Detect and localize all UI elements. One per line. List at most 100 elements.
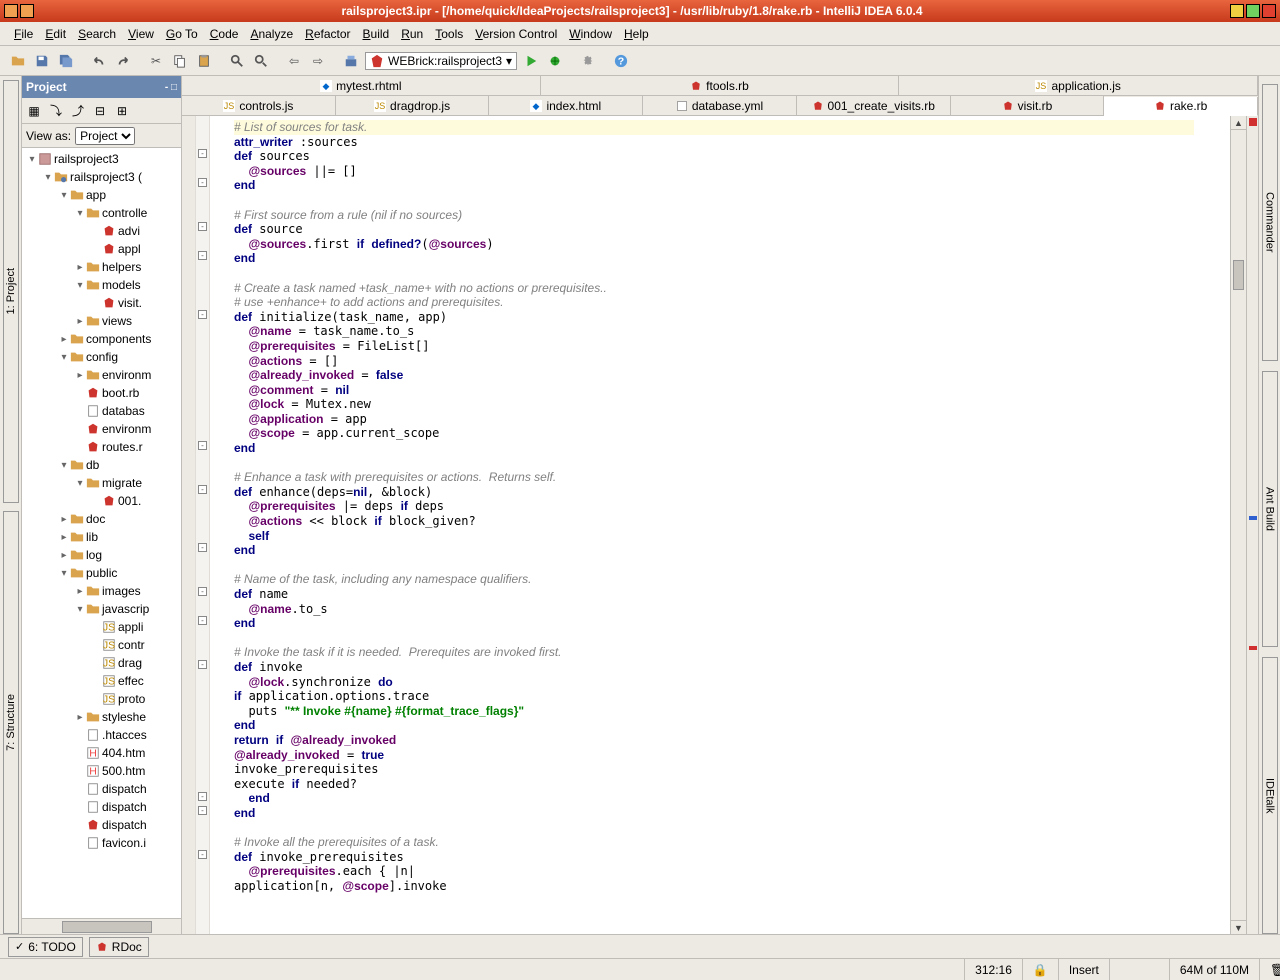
info-marker[interactable]: [1249, 516, 1257, 520]
editor-tab[interactable]: 001_create_visits.rb: [797, 96, 951, 115]
save-button[interactable]: [32, 51, 52, 71]
copy-button[interactable]: [170, 51, 190, 71]
tree-node[interactable]: ▾railsproject3: [22, 150, 181, 168]
save-all-button[interactable]: [56, 51, 76, 71]
menu-code[interactable]: Code: [204, 27, 245, 41]
tree-node[interactable]: H404.htm: [22, 744, 181, 762]
redo-button[interactable]: [113, 51, 133, 71]
editor-tab[interactable]: JSapplication.js: [899, 76, 1258, 95]
tree-expander[interactable]: ▾: [74, 604, 86, 615]
tree-node[interactable]: dispatch: [22, 798, 181, 816]
tree-node[interactable]: ▾public: [22, 564, 181, 582]
tree-node[interactable]: routes.r: [22, 438, 181, 456]
error-marker[interactable]: [1249, 118, 1257, 126]
scroll-up-arrow[interactable]: ▲: [1231, 116, 1246, 130]
view-as-dropdown[interactable]: Project: [75, 127, 135, 145]
tree-expander[interactable]: ▾: [42, 172, 54, 183]
expand-all-button[interactable]: ⊞: [112, 101, 132, 121]
editor-tab[interactable]: ftools.rb: [541, 76, 900, 95]
project-tool-tab[interactable]: 1: Project: [3, 80, 19, 503]
bottom-tool-todo[interactable]: ✓6: TODO: [8, 937, 83, 957]
collapse-all-button[interactable]: ⊟: [90, 101, 110, 121]
window-controls[interactable]: [1230, 4, 1276, 18]
tree-expander[interactable]: ▾: [58, 352, 70, 363]
tree-node[interactable]: ▾migrate: [22, 474, 181, 492]
menu-version-control[interactable]: Version Control: [469, 27, 563, 41]
menu-run[interactable]: Run: [395, 27, 429, 41]
menu-file[interactable]: File: [8, 27, 39, 41]
editor-tab[interactable]: JSdragdrop.js: [336, 96, 490, 115]
tree-expander[interactable]: ▾: [74, 478, 86, 489]
tree-node[interactable]: ▸helpers: [22, 258, 181, 276]
settings-button[interactable]: [578, 51, 598, 71]
scroll-thumb[interactable]: [1233, 260, 1244, 290]
panel-menu-icon[interactable]: - □: [165, 82, 177, 93]
scroll-down-arrow[interactable]: ▼: [1231, 920, 1246, 934]
tree-expander[interactable]: ▸: [58, 514, 70, 525]
make-button[interactable]: [341, 51, 361, 71]
fold-toggle[interactable]: -: [198, 616, 207, 625]
editor-vscrollbar[interactable]: ▲ ▼: [1230, 116, 1246, 934]
fold-toggle[interactable]: -: [198, 222, 207, 231]
lock-indicator[interactable]: 🔒: [1022, 959, 1058, 980]
window-minimize-button[interactable]: [1230, 4, 1244, 18]
menu-build[interactable]: Build: [357, 27, 396, 41]
fold-toggle[interactable]: -: [198, 441, 207, 450]
tree-node[interactable]: ▾railsproject3 (: [22, 168, 181, 186]
fold-toggle[interactable]: -: [198, 178, 207, 187]
menu-edit[interactable]: Edit: [39, 27, 72, 41]
menu-window[interactable]: Window: [563, 27, 618, 41]
tree-expander[interactable]: ▾: [26, 154, 38, 165]
tree-node[interactable]: JSeffec: [22, 672, 181, 690]
tree-expander[interactable]: ▾: [58, 190, 70, 201]
undo-button[interactable]: [89, 51, 109, 71]
flatten-packages-button[interactable]: ▦: [24, 101, 44, 121]
code-editor[interactable]: # List of sources for task. attr_writer …: [210, 116, 1230, 934]
editor-tab[interactable]: visit.rb: [951, 96, 1105, 115]
tree-node[interactable]: ▸views: [22, 312, 181, 330]
menu-refactor[interactable]: Refactor: [299, 27, 356, 41]
project-tree[interactable]: ▾railsproject3▾railsproject3 (▾app▾contr…: [22, 148, 181, 918]
project-tree-hscrollbar[interactable]: [22, 918, 181, 934]
tree-node[interactable]: dispatch: [22, 780, 181, 798]
menu-go-to[interactable]: Go To: [160, 27, 204, 41]
idetalk-tool-tab[interactable]: IDEtalk: [1262, 657, 1278, 934]
editor-tab[interactable]: database.yml: [643, 96, 797, 115]
tree-node[interactable]: ▾javascrip: [22, 600, 181, 618]
run-config-selector[interactable]: WEBrick:railsproject3 ▾: [365, 52, 517, 70]
menu-tools[interactable]: Tools: [429, 27, 469, 41]
help-button[interactable]: ?: [611, 51, 631, 71]
tree-node[interactable]: ▸log: [22, 546, 181, 564]
open-file-button[interactable]: [8, 51, 28, 71]
tree-expander[interactable]: ▸: [58, 334, 70, 345]
menu-analyze[interactable]: Analyze: [244, 27, 299, 41]
editor-tab[interactable]: JScontrols.js: [182, 96, 336, 115]
tree-node[interactable]: visit.: [22, 294, 181, 312]
structure-tool-tab[interactable]: 7: Structure: [3, 511, 19, 934]
error-marker[interactable]: [1249, 646, 1257, 650]
menu-help[interactable]: Help: [618, 27, 655, 41]
forward-button[interactable]: ⇨: [308, 51, 328, 71]
tree-expander[interactable]: ▸: [74, 316, 86, 327]
tree-node[interactable]: dispatch: [22, 816, 181, 834]
tree-node[interactable]: ▾controlle: [22, 204, 181, 222]
find-button[interactable]: [227, 51, 247, 71]
tree-node[interactable]: ▸styleshe: [22, 708, 181, 726]
main-menu-bar[interactable]: FileEditSearchViewGo ToCodeAnalyzeRefact…: [0, 22, 1280, 46]
tree-node[interactable]: databas: [22, 402, 181, 420]
tree-node[interactable]: ▸components: [22, 330, 181, 348]
cut-button[interactable]: ✂: [146, 51, 166, 71]
tree-node[interactable]: ▸doc: [22, 510, 181, 528]
tree-node[interactable]: advi: [22, 222, 181, 240]
editor-tab[interactable]: ◆index.html: [489, 96, 643, 115]
tree-node[interactable]: JSdrag: [22, 654, 181, 672]
tree-expander[interactable]: ▸: [58, 550, 70, 561]
tree-node[interactable]: ▾db: [22, 456, 181, 474]
tree-node[interactable]: .htacces: [22, 726, 181, 744]
tree-node[interactable]: 001.: [22, 492, 181, 510]
fold-gutter[interactable]: --------------: [196, 116, 210, 934]
tree-node[interactable]: ▾app: [22, 186, 181, 204]
gc-button[interactable]: 🗑: [1259, 959, 1280, 980]
tree-node[interactable]: boot.rb: [22, 384, 181, 402]
window-maximize-button[interactable]: [1246, 4, 1260, 18]
